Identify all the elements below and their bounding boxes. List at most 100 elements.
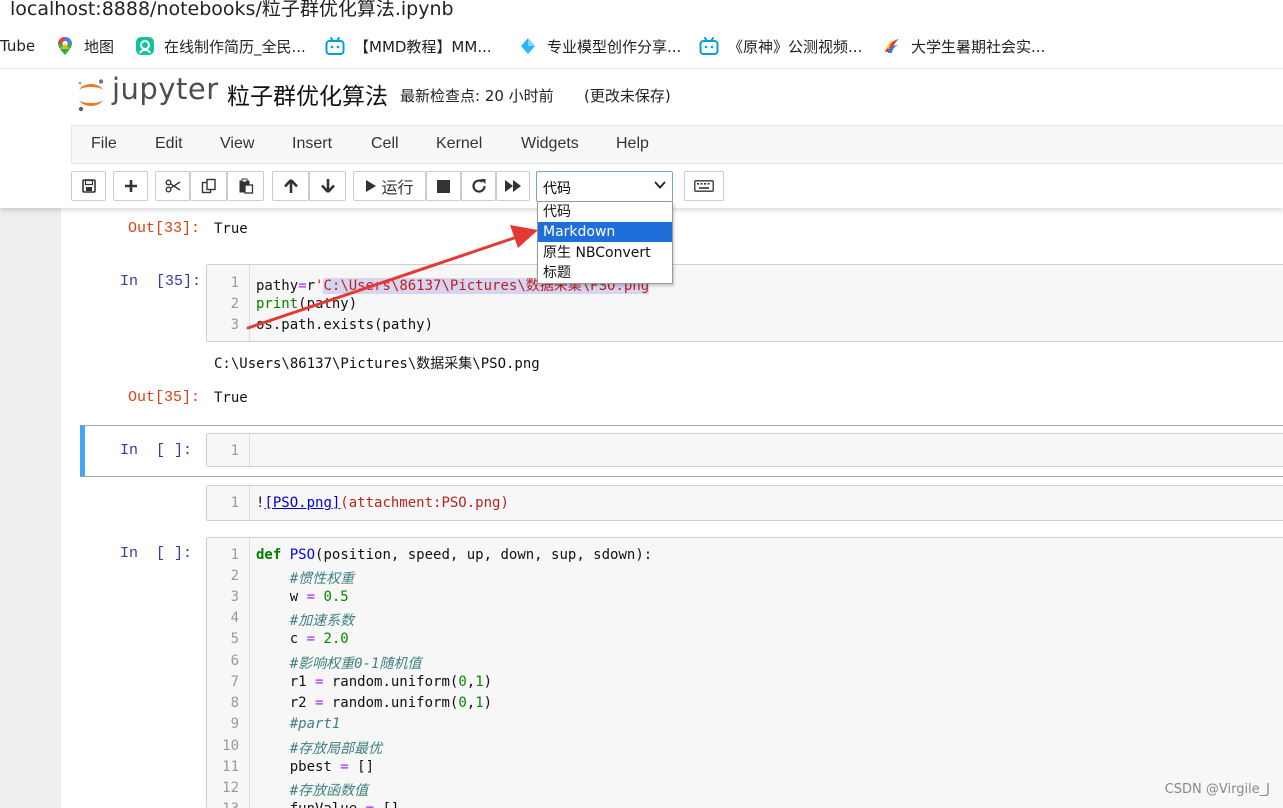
code-editor[interactable]: 1 2 3 pathy=r'C:\Users\86137\Pictures\数据… xyxy=(206,264,1283,342)
restart-icon xyxy=(471,179,486,193)
code-line: #存放函数值 xyxy=(289,783,369,799)
line-number: 11 xyxy=(222,759,239,775)
command-palette-button[interactable] xyxy=(684,171,724,201)
output-prompt: Out[35]: xyxy=(128,389,201,406)
bookmarks-bar: Tube 地图 在线制作简历_全民... 【MMD教程】MM... 专业模型创作… xyxy=(0,22,1283,69)
markdown-editor[interactable]: 1 ![PSO.png](attachment:PSO.png) xyxy=(206,485,1283,521)
code-line: print(pathy) xyxy=(256,296,358,312)
markdown-link-target: (attachment:PSO.png) xyxy=(340,495,509,511)
copy-button[interactable] xyxy=(190,171,227,201)
jupyter-logo-icon[interactable] xyxy=(76,78,106,112)
line-number: 7 xyxy=(230,674,239,690)
code-editor[interactable]: 1 xyxy=(206,433,1283,467)
resume-icon xyxy=(136,37,154,55)
restart-run-all-button[interactable] xyxy=(496,171,530,201)
url-text[interactable]: localhost:8888/notebooks/粒子群优化算法.ipynb xyxy=(10,0,454,21)
bookmark-label: 地图 xyxy=(84,37,115,56)
line-number: 4 xyxy=(230,610,239,626)
bookmark-label: 专业模型创作分享... xyxy=(547,37,682,56)
menu-insert[interactable]: Insert xyxy=(292,135,332,153)
input-prompt: In [ ]: xyxy=(120,442,193,459)
move-down-button[interactable] xyxy=(309,171,346,201)
run-button[interactable]: 运行 xyxy=(353,171,426,201)
bookmark-baidu[interactable]: 大学生暑期社会实... xyxy=(882,34,1045,58)
stop-icon xyxy=(437,179,450,193)
scissors-icon xyxy=(165,179,180,193)
code-line: w = 0.5 xyxy=(256,589,349,605)
line-number: 1 xyxy=(230,495,239,511)
code-line: #存放局部最优 xyxy=(289,741,383,757)
play-icon xyxy=(366,180,377,192)
line-number: 2 xyxy=(230,296,239,312)
menu-kernel[interactable]: Kernel xyxy=(436,135,482,153)
line-number: 3 xyxy=(230,317,239,333)
output-text: True xyxy=(214,390,248,406)
code-editor[interactable]: 1 2 3 4 5 6 7 8 9 10 11 12 13 def PSO(po… xyxy=(206,537,1283,808)
bookmark-mmd[interactable]: 【MMD教程】MM... xyxy=(325,34,492,58)
bookmark-resume[interactable]: 在线制作简历_全民... xyxy=(135,34,306,58)
save-button[interactable] xyxy=(71,171,106,201)
arrow-down-icon xyxy=(320,179,335,193)
bookmark-youtube[interactable]: Tube xyxy=(0,34,35,58)
notebook-title[interactable]: 粒子群优化算法 xyxy=(227,77,388,111)
code-line: os.path.exists(pathy) xyxy=(256,317,434,333)
bookmark-label: 【MMD教程】MM... xyxy=(354,37,492,56)
code-line: ![PSO.png](attachment:PSO.png) xyxy=(256,495,509,511)
line-number: 10 xyxy=(222,738,239,754)
code-line: pbest = [] xyxy=(256,759,375,775)
line-number: 1 xyxy=(230,547,239,563)
menu-view[interactable]: View xyxy=(220,135,254,153)
baidu-icon xyxy=(885,39,899,53)
keyboard-icon xyxy=(694,180,714,192)
restart-button[interactable] xyxy=(461,171,496,201)
bilibili-icon xyxy=(699,37,719,55)
interrupt-button[interactable] xyxy=(426,171,461,201)
arrow-up-icon xyxy=(283,179,298,193)
run-label: 运行 xyxy=(381,178,414,197)
option-code[interactable]: 代码 xyxy=(538,202,672,222)
bookmark-label: 大学生暑期社会实... xyxy=(911,37,1046,56)
floppy-disk-icon xyxy=(81,179,96,193)
browser-url-bar[interactable]: localhost:8888/notebooks/粒子群优化算法.ipynb xyxy=(0,0,1283,22)
fast-forward-icon xyxy=(505,180,521,192)
autosave-status: (更改未保存) xyxy=(584,87,671,105)
input-prompt: In [ ]: xyxy=(120,545,193,562)
line-number: 3 xyxy=(230,589,239,605)
cell-type-selected: 代码 xyxy=(543,181,571,197)
bookmark-model[interactable]: 专业模型创作分享... xyxy=(518,34,681,58)
menu-file[interactable]: File xyxy=(91,135,117,153)
cut-button[interactable] xyxy=(155,171,190,201)
line-number: 6 xyxy=(230,653,239,669)
move-up-button[interactable] xyxy=(272,171,309,201)
menu-help[interactable]: Help xyxy=(616,135,649,153)
code-line: #part1 xyxy=(289,716,341,732)
option-raw-nbconvert[interactable]: 原生 NBConvert xyxy=(538,243,672,263)
bookmark-genshin[interactable]: 《原神》公测视频... xyxy=(699,34,862,58)
markdown-link-text: [PSO.png] xyxy=(264,495,341,511)
bookmark-maps[interactable]: 地图 xyxy=(55,34,114,58)
menu-cell[interactable]: Cell xyxy=(371,135,399,153)
diamond-icon xyxy=(521,38,535,54)
code-line: c = 2.0 xyxy=(256,631,349,647)
line-number: 2 xyxy=(230,568,239,584)
line-number: 13 xyxy=(207,801,239,808)
bookmark-label: 《原神》公测视频... xyxy=(728,37,863,56)
output-text: True xyxy=(214,221,248,237)
jupyter-wordmark[interactable]: jupyter xyxy=(112,72,219,106)
copy-icon xyxy=(201,178,216,194)
watermark: CSDN @Virgile_J xyxy=(1164,782,1270,797)
bookmark-label: 在线制作简历_全民... xyxy=(164,37,306,56)
maps-icon xyxy=(58,37,72,55)
paste-button[interactable] xyxy=(227,171,264,201)
menu-widgets[interactable]: Widgets xyxy=(521,135,579,153)
code-line: #加速系数 xyxy=(289,613,355,629)
line-number: 1 xyxy=(230,275,239,291)
menu-edit[interactable]: Edit xyxy=(155,135,183,153)
cell-type-select[interactable]: 代码 xyxy=(536,171,673,202)
input-prompt: In [35]: xyxy=(120,273,202,290)
option-heading[interactable]: 标题 xyxy=(538,263,672,283)
line-number: 12 xyxy=(222,780,239,796)
code-line: r2 = random.uniform(0,1) xyxy=(256,695,493,711)
option-markdown[interactable]: Markdown xyxy=(538,222,672,242)
insert-cell-button[interactable] xyxy=(113,171,148,201)
